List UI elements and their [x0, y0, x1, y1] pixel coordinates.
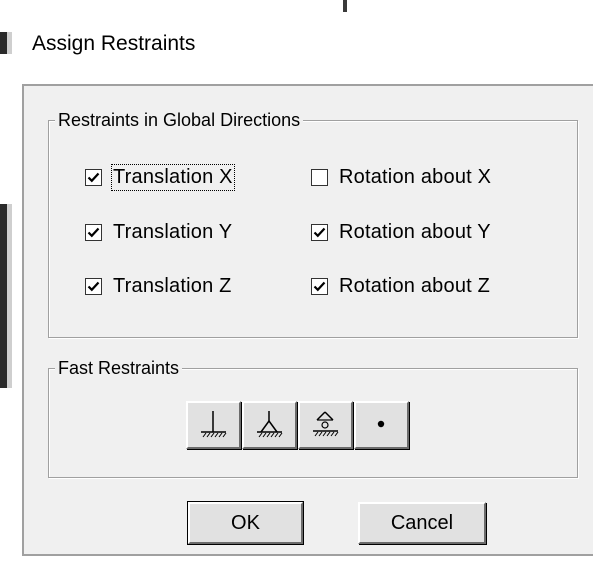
- translation-x-checkbox[interactable]: Translation X: [85, 163, 235, 191]
- rotation-z-checkbox[interactable]: Rotation about Z: [311, 272, 490, 300]
- assign-restraints-dialog: Assign Restraints Restraints in Global D…: [12, 14, 593, 562]
- global-directions-legend: Restraints in Global Directions: [55, 110, 304, 130]
- translation-x-checkbox-box[interactable]: [85, 168, 102, 186]
- rotation-y-checkbox[interactable]: Rotation about Y: [311, 218, 491, 246]
- check-icon: [313, 227, 326, 237]
- rotation-z-checkbox-box[interactable]: [311, 277, 328, 295]
- pinned-restraint-button[interactable]: [242, 401, 297, 449]
- roller-support-icon: [313, 411, 339, 437]
- translation-y-label: Translation Y: [113, 220, 233, 243]
- rotation-x-label: Rotation about X: [339, 165, 492, 188]
- check-icon: [87, 172, 100, 182]
- dialog-body: Restraints in Global Directions Translat…: [22, 84, 593, 556]
- global-directions-group: Restraints in Global Directions Translat…: [48, 110, 578, 338]
- rotation-z-label: Rotation about Z: [339, 274, 491, 297]
- translation-y-checkbox-box[interactable]: [85, 223, 102, 241]
- background-app-tick: [343, 0, 347, 12]
- rotation-y-label: Rotation about Y: [339, 220, 491, 243]
- free-joint-icon: [377, 420, 385, 428]
- check-icon: [87, 227, 100, 237]
- fixed-support-icon: [201, 411, 227, 438]
- check-icon: [313, 281, 326, 291]
- background-app-top: [0, 0, 593, 14]
- ok-button[interactable]: OK: [187, 501, 304, 545]
- fixed-restraint-button[interactable]: [186, 401, 241, 449]
- background-app-edge: [0, 32, 12, 388]
- fast-restraints-group: Fast Restraints: [48, 358, 578, 478]
- translation-y-checkbox[interactable]: Translation Y: [85, 218, 232, 246]
- rotation-y-checkbox-box[interactable]: [311, 223, 328, 241]
- fast-restraints-legend: Fast Restraints: [55, 358, 183, 378]
- translation-z-label: Translation Z: [113, 274, 232, 297]
- rotation-x-checkbox-box[interactable]: [311, 168, 328, 186]
- screen: Assign Restraints Restraints in Global D…: [0, 0, 593, 562]
- translation-z-checkbox[interactable]: Translation Z: [85, 272, 232, 300]
- cancel-button[interactable]: Cancel: [358, 502, 486, 544]
- free-restraint-button[interactable]: [354, 401, 409, 449]
- translation-z-checkbox-box[interactable]: [85, 277, 102, 295]
- pinned-support-icon: [257, 411, 283, 438]
- rotation-x-checkbox[interactable]: Rotation about X: [311, 163, 491, 191]
- check-icon: [87, 281, 100, 291]
- title-bar[interactable]: Assign Restraints: [12, 14, 593, 76]
- dialog-title: Assign Restraints: [32, 32, 196, 55]
- translation-x-label: Translation X: [111, 163, 235, 191]
- roller-restraint-button[interactable]: [298, 401, 353, 449]
